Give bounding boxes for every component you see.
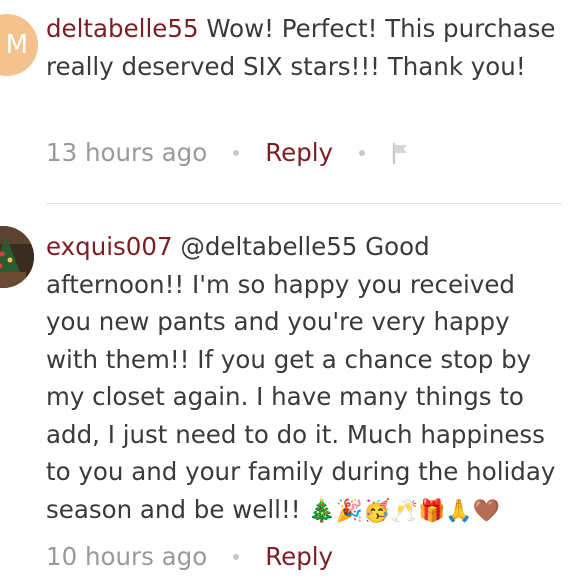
avatar-initial: M <box>5 30 28 60</box>
comment-body: exquis007 @deltabelle55 Good afternoon!!… <box>46 228 566 530</box>
comment-timestamp: 13 hours ago <box>46 138 208 167</box>
avatar[interactable]: M <box>0 14 38 76</box>
comment-username[interactable]: exquis007 <box>46 232 173 261</box>
comment-body: deltabelle55 Wow! Perfect! This purchase… <box>46 10 566 85</box>
comment-timestamp: 10 hours ago <box>46 542 208 571</box>
flag-icon[interactable] <box>391 142 411 164</box>
separator-dot <box>233 553 240 560</box>
comment-meta: 10 hours ago Reply <box>46 542 333 571</box>
separator-dot <box>233 149 240 156</box>
comment-meta: 13 hours ago Reply <box>46 138 411 167</box>
separator-dot <box>359 149 366 156</box>
comment-username[interactable]: deltabelle55 <box>46 14 199 43</box>
comment-text: @deltabelle55 Good afternoon!! I'm so ha… <box>46 232 556 524</box>
avatar[interactable] <box>0 226 34 288</box>
reply-button[interactable]: Reply <box>265 138 333 167</box>
reply-button[interactable]: Reply <box>265 542 333 571</box>
comment-divider <box>46 203 562 204</box>
emoji-sequence: 🎄🎉🥳🥂🎁🙏🤎 <box>308 498 501 524</box>
user-photo-icon <box>0 226 34 288</box>
